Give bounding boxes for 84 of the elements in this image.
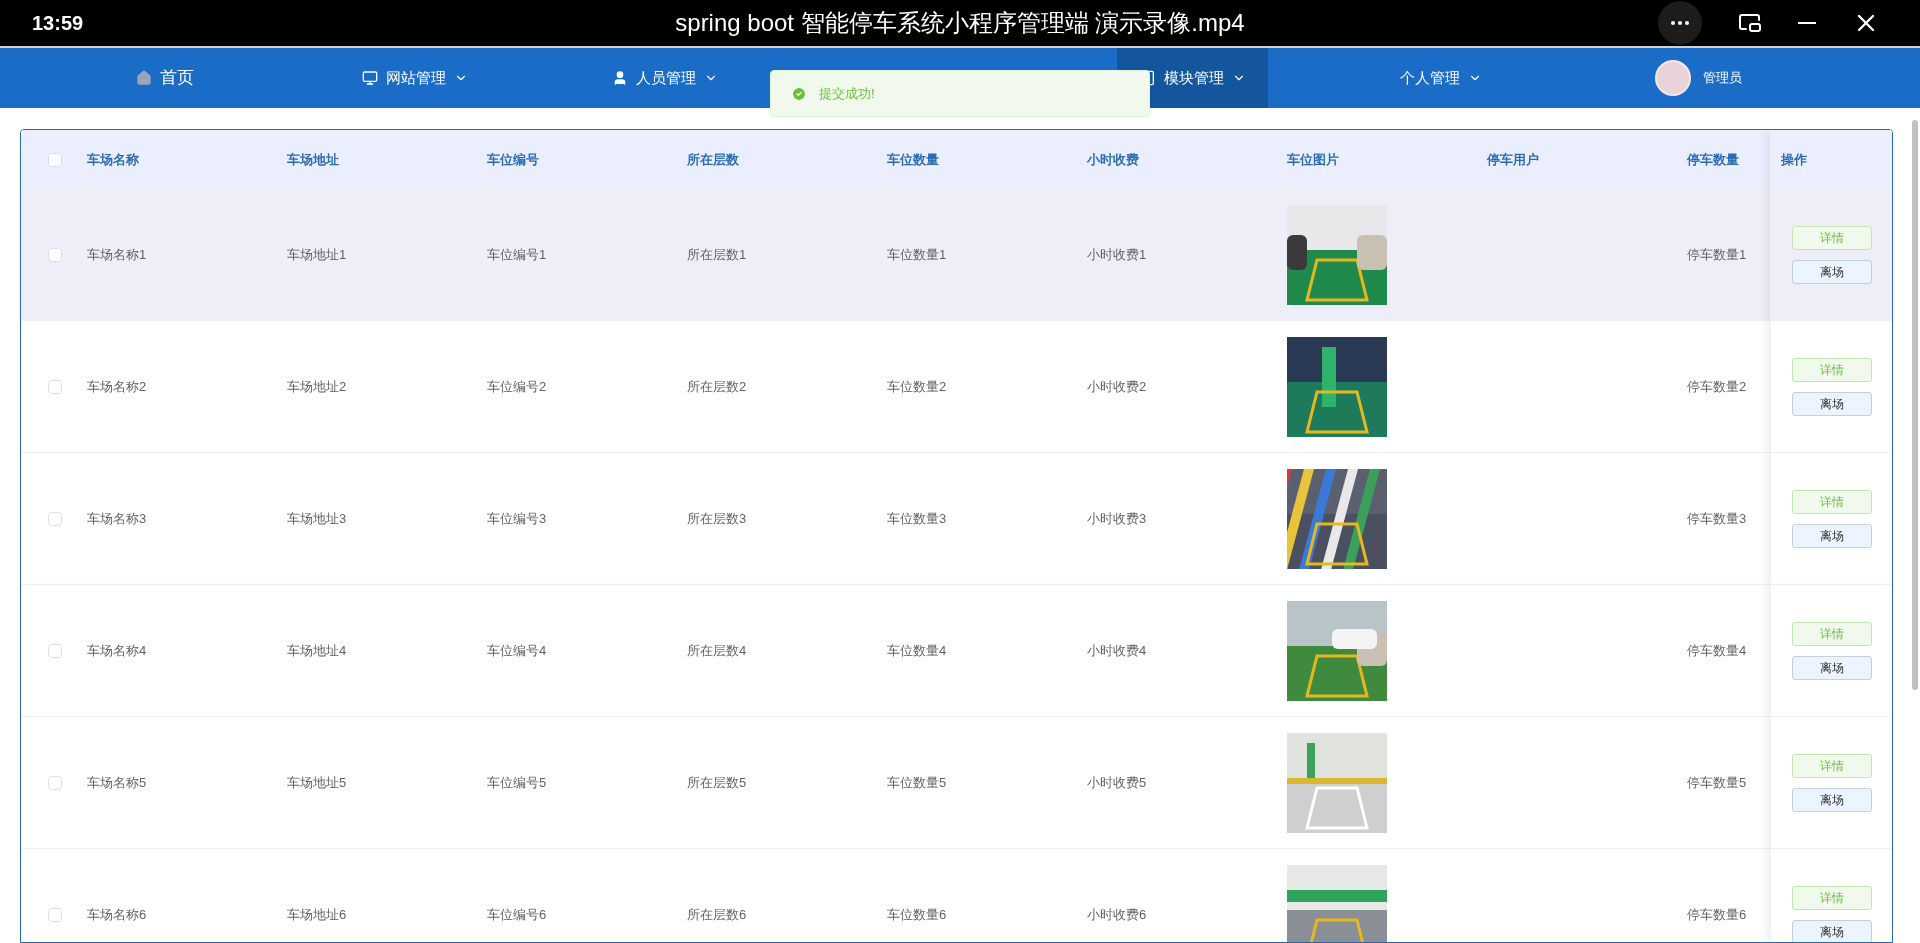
table-cell-text: 车场地址6	[287, 905, 347, 924]
table-cell-text: 车位编号6	[487, 905, 547, 924]
row-checkbox[interactable]	[48, 247, 62, 262]
column-header: 车位数量	[887, 150, 939, 169]
row-checkbox[interactable]	[48, 379, 62, 394]
table-cell-text: 车场名称3	[87, 509, 147, 528]
table-cell-text: 车场地址4	[287, 641, 347, 660]
table-cell-text: 车场地址2	[287, 377, 347, 396]
table-cell-text: 所在层数4	[687, 641, 747, 660]
table-cell-text: 停车数量1	[1687, 245, 1747, 264]
leave-button[interactable]: 离场	[1791, 655, 1872, 680]
table-cell-text: 车位数量3	[887, 509, 947, 528]
column-header: 停车用户	[1487, 150, 1539, 169]
nav-menu-item[interactable]: 网站管理	[290, 48, 540, 108]
clock-time: 13:59	[32, 11, 85, 36]
row-checkbox[interactable]	[48, 775, 62, 790]
table-cell-text: 车场名称5	[87, 773, 147, 792]
minimize-button[interactable]	[1798, 22, 1816, 24]
row-checkbox[interactable]	[48, 907, 62, 922]
picture-in-picture-button[interactable]	[1738, 11, 1762, 35]
home-icon	[136, 70, 152, 86]
monitor-icon	[362, 70, 378, 86]
table-cell-text: 小时收费1	[1087, 245, 1147, 264]
row-checkbox[interactable]	[48, 643, 62, 658]
table-cell-text: 车位编号2	[487, 377, 547, 396]
video-title: spring boot 智能停车系统小程序管理端 演示录像.mp4	[674, 8, 1246, 38]
nav-menu-item[interactable]: 个人管理	[1268, 48, 1613, 108]
row-checkbox[interactable]	[48, 511, 62, 526]
table-cell-text: 小时收费6	[1087, 905, 1147, 924]
table-cell-text: 所在层数2	[687, 377, 747, 396]
more-icon	[1671, 21, 1689, 25]
success-icon	[791, 85, 807, 102]
table-cell-text: 车位数量4	[887, 641, 947, 660]
table-cell-text: 所在层数6	[687, 905, 747, 924]
table-cell-text: 车场名称1	[87, 245, 147, 264]
column-header: 停车数量	[1687, 150, 1739, 169]
user-icon	[612, 70, 628, 86]
column-header: 所在层数	[687, 150, 739, 169]
table-cell-text: 停车数量6	[1687, 905, 1747, 924]
leave-button[interactable]: 离场	[1791, 259, 1872, 284]
table-cell-text: 车位数量6	[887, 905, 947, 924]
toast-message: 提交成功!	[819, 84, 875, 103]
table-cell-text: 小时收费5	[1087, 773, 1147, 792]
column-header: 操作	[1781, 150, 1807, 169]
column-header: 车位编号	[487, 150, 539, 169]
leave-button[interactable]: 离场	[1791, 919, 1872, 942]
table-cell-text: 车位数量5	[887, 773, 947, 792]
nav-menu-item[interactable]: 首页	[40, 48, 290, 108]
table-cell-text: 小时收费4	[1087, 641, 1147, 660]
table-cell-text: 停车数量2	[1687, 377, 1747, 396]
table-cell-text: 车位编号5	[487, 773, 547, 792]
table-cell-text: 车场名称2	[87, 377, 147, 396]
table-cell-text: 所在层数5	[687, 773, 747, 792]
header-checkbox[interactable]	[48, 152, 62, 167]
picture-in-picture-icon	[1738, 11, 1762, 35]
leave-button[interactable]: 离场	[1791, 787, 1872, 812]
table-cell-text: 车位编号4	[487, 641, 547, 660]
minimize-icon	[1798, 22, 1816, 24]
column-header: 车位图片	[1287, 150, 1339, 169]
table-cell-text: 车位数量1	[887, 245, 947, 264]
table-cell-text: 停车数量5	[1687, 773, 1747, 792]
table-cell-text: 小时收费2	[1087, 377, 1147, 396]
table-cell-text: 车位编号3	[487, 509, 547, 528]
leave-button[interactable]: 离场	[1791, 523, 1872, 548]
table-cell-text: 停车数量4	[1687, 641, 1747, 660]
table-cell-text: 车场地址1	[287, 245, 347, 264]
table-cell-text: 车位编号1	[487, 245, 547, 264]
more-button[interactable]	[1658, 1, 1702, 45]
user-name[interactable]: 管理员	[1703, 68, 1742, 88]
avatar[interactable]	[1655, 60, 1691, 96]
table-cell-text: 所在层数3	[687, 509, 747, 528]
table-cell-text: 车场名称6	[87, 905, 147, 924]
table-cell-text: 车场地址3	[287, 509, 347, 528]
column-header: 车场地址	[287, 150, 339, 169]
column-header: 车场名称	[87, 150, 139, 169]
nav-menu-item[interactable]: 人员管理	[540, 48, 790, 108]
table-cell-text: 所在层数1	[687, 245, 747, 264]
table-cell-text: 小时收费3	[1087, 509, 1147, 528]
table-cell-text: 车场名称4	[87, 641, 147, 660]
table-cell-text: 车位数量2	[887, 377, 947, 396]
table-cell-text: 停车数量3	[1687, 509, 1747, 528]
leave-button[interactable]: 离场	[1791, 391, 1872, 416]
table-cell-text: 车场地址5	[287, 773, 347, 792]
column-header: 小时收费	[1087, 150, 1139, 169]
